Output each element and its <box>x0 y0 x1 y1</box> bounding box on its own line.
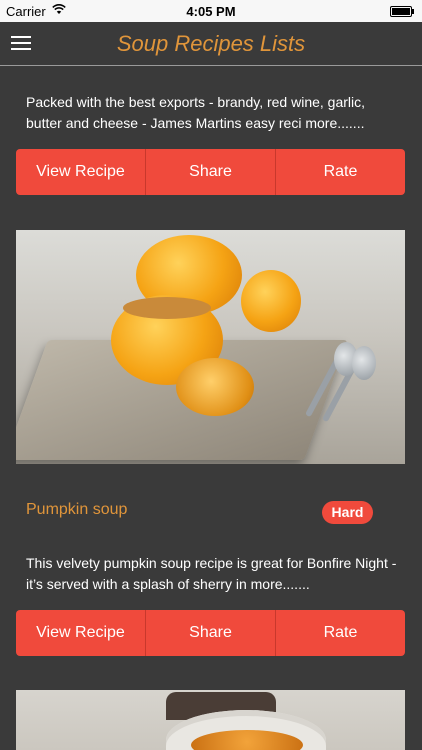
recipe-photo[interactable] <box>16 690 405 750</box>
nav-bar: Soup Recipes Lists <box>0 22 422 66</box>
status-time: 4:05 PM <box>186 4 236 19</box>
share-button[interactable]: Share <box>146 610 276 656</box>
difficulty-badge: Hard <box>322 501 373 524</box>
view-recipe-button[interactable]: View Recipe <box>16 149 146 195</box>
rate-button[interactable]: Rate <box>276 149 405 195</box>
share-button[interactable]: Share <box>146 149 276 195</box>
recipe-photo[interactable] <box>16 230 405 464</box>
recipe-action-bar: View Recipe Share Rate <box>16 149 405 195</box>
recipe-description: This velvety pumpkin soup recipe is grea… <box>26 555 397 592</box>
rate-button[interactable]: Rate <box>276 610 405 656</box>
page-title: Soup Recipes Lists <box>116 31 306 56</box>
recipe-description: Packed with the best exports - brandy, r… <box>26 94 366 131</box>
view-recipe-button[interactable]: View Recipe <box>16 610 146 656</box>
recipe-title[interactable]: Pumpkin soup <box>26 501 127 519</box>
status-bar: Carrier 4:05 PM <box>0 0 422 22</box>
recipe-action-bar: View Recipe Share Rate <box>16 610 405 656</box>
battery-icon <box>390 6 414 17</box>
